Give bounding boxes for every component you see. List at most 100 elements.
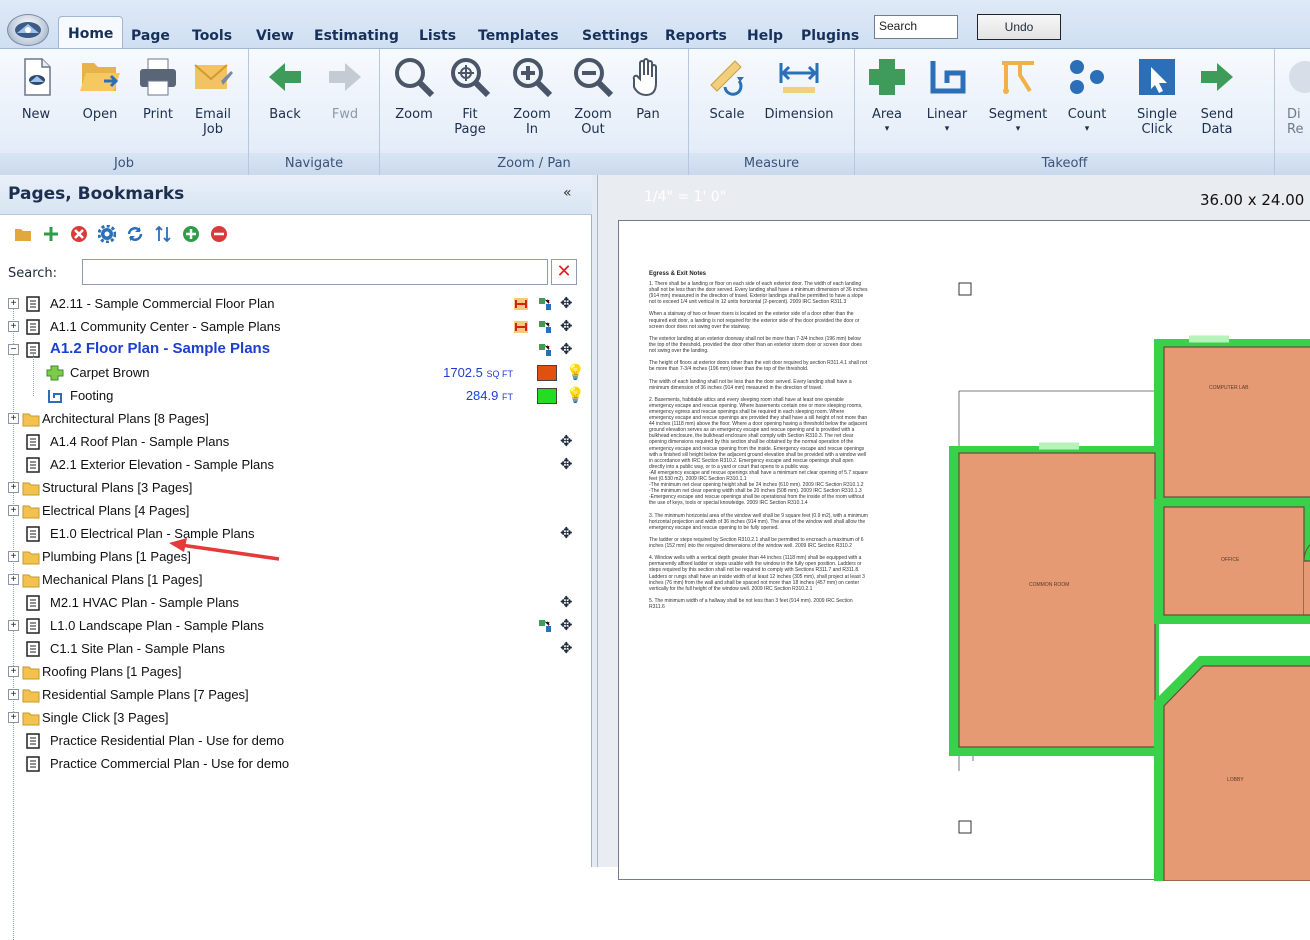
tree-item-selected[interactable]: − A1.2 Floor Plan - Sample Plans ✥	[0, 339, 592, 362]
clear-search-icon[interactable]: ✕	[551, 259, 577, 285]
tree-search-input[interactable]	[82, 259, 548, 285]
color-swatch[interactable]	[537, 388, 557, 404]
segment-dropdown-icon[interactable]: ▾	[983, 122, 1053, 137]
zoom-pan-group-label: Zoom / Pan	[380, 153, 688, 175]
lightbulb-icon[interactable]: 💡	[566, 386, 585, 404]
tree-item[interactable]: Practice Commercial Plan - Use for demo	[0, 753, 592, 776]
scale-button[interactable]: Scale	[697, 55, 757, 122]
tree-folder[interactable]: + Single Click [3 Pages]	[0, 707, 592, 730]
segment-button[interactable]: Segment ▾	[983, 55, 1053, 137]
area-dropdown-icon[interactable]: ▾	[857, 122, 917, 137]
expand-icon[interactable]: +	[8, 574, 19, 585]
expand-icon[interactable]: +	[8, 413, 19, 424]
collapse-all-icon[interactable]	[210, 225, 228, 243]
move-icon[interactable]: ✥	[560, 317, 576, 335]
tree-folder[interactable]: + Electrical Plans [4 Pages]	[0, 500, 592, 523]
expand-icon[interactable]: +	[8, 482, 19, 493]
count-dropdown-icon[interactable]: ▾	[1057, 122, 1117, 137]
tab-settings[interactable]: Settings	[582, 28, 648, 44]
linear-dropdown-icon[interactable]: ▾	[917, 122, 977, 137]
tree-folder[interactable]: + Structural Plans [3 Pages]	[0, 477, 592, 500]
tab-view[interactable]: View	[256, 28, 294, 44]
tree-item[interactable]: M2.1 HVAC Plan - Sample Plans ✥	[0, 592, 592, 615]
tree-folder[interactable]: + Mechanical Plans [1 Pages]	[0, 569, 592, 592]
pan-button[interactable]: Pan	[618, 55, 678, 122]
dimension-button[interactable]: Dimension	[759, 55, 839, 122]
tab-home[interactable]: Home	[58, 16, 124, 50]
new-button[interactable]: New	[6, 55, 66, 122]
tab-templates[interactable]: Templates	[478, 28, 559, 44]
move-icon[interactable]: ✥	[560, 639, 576, 657]
tab-help[interactable]: Help	[747, 28, 783, 44]
expand-icon[interactable]: +	[8, 689, 19, 700]
expand-icon[interactable]: +	[8, 712, 19, 723]
tree-folder[interactable]: + Plumbing Plans [1 Pages]	[0, 546, 592, 569]
zoom-button[interactable]: Zoom	[384, 55, 444, 122]
tree-folder[interactable]: + Roofing Plans [1 Pages]	[0, 661, 592, 684]
tree-folder[interactable]: + Residential Sample Plans [7 Pages]	[0, 684, 592, 707]
tree-item[interactable]: + A1.1 Community Center - Sample Plans ✥	[0, 316, 592, 339]
tree-item[interactable]: A2.1 Exterior Elevation - Sample Plans ✥	[0, 454, 592, 477]
tab-estimating[interactable]: Estimating	[314, 28, 399, 44]
single-click-button[interactable]: Single Click	[1127, 55, 1187, 137]
email-job-button[interactable]: Email Job	[183, 55, 243, 137]
fit-page-button[interactable]: Fit Page	[440, 55, 500, 137]
tab-tools[interactable]: Tools	[192, 28, 232, 44]
tree-item[interactable]: + L1.0 Landscape Plan - Sample Plans ✥	[0, 615, 592, 638]
area-button[interactable]: Area ▾	[857, 55, 917, 137]
tree-item[interactable]: C1.1 Site Plan - Sample Plans ✥	[0, 638, 592, 661]
settings-gear-icon[interactable]	[97, 224, 117, 244]
expand-icon[interactable]: +	[8, 505, 19, 516]
lightbulb-icon[interactable]: 💡	[566, 363, 585, 381]
tree-folder-label: Architectural Plans [8 Pages]	[42, 411, 209, 426]
count-button[interactable]: Count ▾	[1057, 55, 1117, 137]
delete-icon[interactable]	[70, 225, 88, 243]
partial-button[interactable]: Di Re	[1275, 55, 1310, 137]
move-icon[interactable]: ✥	[560, 340, 576, 358]
add-icon[interactable]	[42, 225, 60, 243]
forward-button[interactable]: Fwd	[315, 55, 375, 122]
tree-folder[interactable]: + Architectural Plans [8 Pages]	[0, 408, 592, 431]
notes-body: 1. There shall be a landing or floor on …	[649, 281, 868, 610]
open-button[interactable]: Open	[70, 55, 130, 122]
move-icon[interactable]: ✥	[560, 524, 576, 542]
move-icon[interactable]: ✥	[560, 593, 576, 611]
send-data-button[interactable]: Send Data	[1187, 55, 1247, 137]
zoom-in-button[interactable]: Zoom In	[502, 55, 562, 137]
collapse-icon[interactable]: −	[8, 344, 19, 355]
callout-arrow	[169, 538, 280, 561]
search-input[interactable]: Search	[874, 15, 958, 39]
color-swatch[interactable]	[537, 365, 557, 381]
tree-item[interactable]: A1.4 Roof Plan - Sample Plans ✥	[0, 431, 592, 454]
refresh-icon[interactable]	[126, 225, 144, 243]
tab-plugins[interactable]: Plugins	[801, 28, 859, 44]
folder-icon[interactable]	[14, 225, 32, 243]
expand-icon[interactable]: +	[8, 666, 19, 677]
expand-all-icon[interactable]	[182, 225, 200, 243]
tree-item[interactable]: Practice Residential Plan - Use for demo	[0, 730, 592, 753]
sort-icon[interactable]	[154, 225, 172, 243]
tree-item[interactable]: E1.0 Electrical Plan - Sample Plans ✥	[0, 523, 592, 546]
expand-icon[interactable]: +	[8, 298, 19, 309]
tab-page[interactable]: Page	[131, 28, 170, 44]
move-icon[interactable]: ✥	[560, 616, 576, 634]
move-icon[interactable]: ✥	[560, 432, 576, 450]
print-button[interactable]: Print	[128, 55, 188, 122]
tab-reports[interactable]: Reports	[665, 28, 727, 44]
undo-button[interactable]: Undo	[977, 14, 1061, 40]
expand-icon[interactable]: +	[8, 321, 19, 332]
tab-lists[interactable]: Lists	[419, 28, 456, 44]
collapse-panel-button[interactable]: «	[563, 185, 572, 201]
app-menu-button[interactable]	[7, 14, 49, 46]
takeoff-item[interactable]: Carpet Brown 1702.5 SQ FT 💡	[0, 354, 592, 396]
expand-icon[interactable]: +	[8, 551, 19, 562]
expand-icon[interactable]: +	[8, 620, 19, 631]
zoom-out-button[interactable]: Zoom Out	[563, 55, 623, 137]
tree-item[interactable]: + A2.11 - Sample Commercial Floor Plan ✥	[0, 293, 592, 316]
back-button[interactable]: Back	[255, 55, 315, 122]
linear-button[interactable]: Linear ▾	[917, 55, 977, 137]
move-icon[interactable]: ✥	[560, 294, 576, 312]
takeoff-item[interactable]: Footing 284.9 FT 💡	[0, 385, 592, 408]
move-icon[interactable]: ✥	[560, 455, 576, 473]
drawing-viewer[interactable]: 1/4" = 1' 0" 36.00 x 24.00 Egress & Exit…	[598, 175, 1310, 881]
